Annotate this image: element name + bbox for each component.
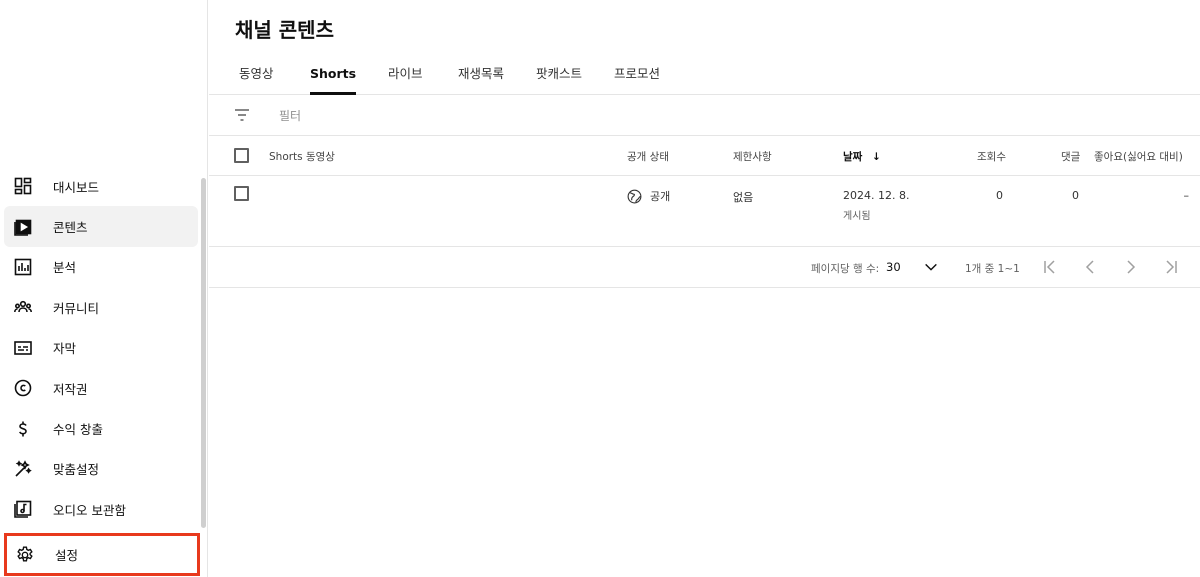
page-range: 1개 중 1~1	[965, 263, 1020, 275]
sidebar-item-dashboard[interactable]: 대시보드	[0, 166, 198, 206]
last-page-button[interactable]	[1162, 258, 1180, 276]
sidebar-item-label: 자막	[53, 341, 77, 357]
sidebar-item-monetization[interactable]: 수익 창출	[0, 408, 198, 448]
previous-page-button[interactable]	[1081, 258, 1099, 276]
arrow-down-icon: ↓	[871, 151, 881, 163]
magic-wand-icon	[14, 460, 32, 478]
analytics-icon	[14, 258, 32, 276]
chevron-down-icon[interactable]	[923, 259, 939, 275]
sidebar-item-content[interactable]: 콘텐츠	[4, 206, 198, 247]
tab-podcasts[interactable]: 팟캐스트	[536, 56, 582, 95]
rows-per-page-label: 페이지당 행 수:	[811, 263, 880, 275]
col-header-visibility: 공개 상태	[627, 151, 669, 163]
col-header-views: 조회수	[977, 151, 1006, 163]
tab-live[interactable]: 라이브	[388, 56, 423, 95]
filter-bar: 필터	[209, 95, 1200, 136]
sidebar-nav: 대시보드 콘텐츠 분석 커뮤니티 자막 저작권 수익 창출 맞춤설정 오디오 보…	[0, 166, 198, 530]
copyright-icon	[14, 379, 32, 397]
col-header-likes: 좋아요(싫어요 대비)	[1094, 151, 1183, 163]
tab-videos[interactable]: 동영상	[239, 56, 274, 95]
pagination-bar: 페이지당 행 수: 30 1개 중 1~1	[209, 247, 1200, 288]
views-cell: 0	[996, 189, 1003, 202]
sidebar-scrollbar[interactable]	[201, 178, 206, 528]
table-row[interactable]: 공개 없음 2024. 12. 8. 게시됨 0 0 –	[209, 176, 1200, 247]
first-page-button[interactable]	[1041, 258, 1059, 276]
last-page-icon	[1166, 260, 1177, 274]
content-icon	[14, 218, 32, 236]
sidebar-item-label: 오디오 보관함	[53, 502, 126, 518]
filter-icon[interactable]	[233, 106, 251, 124]
visibility-cell[interactable]: 공개	[627, 188, 670, 204]
dollar-icon	[14, 420, 32, 438]
tab-playlists[interactable]: 재생목록	[458, 56, 504, 95]
sidebar-item-label: 콘텐츠	[53, 220, 88, 236]
globe-icon	[627, 189, 642, 203]
sidebar-item-analytics[interactable]: 분석	[0, 247, 198, 287]
first-page-icon	[1044, 260, 1055, 274]
dashboard-icon	[14, 177, 32, 195]
filter-input[interactable]: 필터	[279, 107, 301, 124]
sidebar-item-label: 저작권	[53, 381, 88, 397]
rows-per-page-select[interactable]: 30	[886, 260, 901, 274]
comments-cell: 0	[1072, 189, 1079, 202]
sidebar-item-community[interactable]: 커뮤니티	[0, 287, 198, 327]
sidebar-item-label: 수익 창출	[53, 422, 103, 438]
community-icon	[14, 298, 32, 316]
page-title: 채널 콘텐츠	[235, 18, 334, 42]
col-header-video: Shorts 동영상	[269, 151, 335, 163]
select-all-checkbox[interactable]	[234, 148, 249, 163]
chevron-left-icon	[1085, 260, 1094, 274]
sidebar-item-copyright[interactable]: 저작권	[0, 368, 198, 408]
sidebar-item-audio-library[interactable]: 오디오 보관함	[0, 489, 198, 529]
sidebar: 대시보드 콘텐츠 분석 커뮤니티 자막 저작권 수익 창출 맞춤설정 오디오 보…	[0, 0, 208, 577]
sidebar-item-subtitles[interactable]: 자막	[0, 328, 198, 368]
col-header-restrictions: 제한사항	[733, 151, 772, 163]
chevron-right-icon	[1127, 260, 1136, 274]
sidebar-item-settings[interactable]: 설정	[4, 533, 200, 576]
tab-promotions[interactable]: 프로모션	[614, 56, 660, 95]
row-checkbox[interactable]	[234, 186, 249, 201]
main-content: 채널 콘텐츠 동영상 Shorts 라이브 재생목록 팟캐스트 프로모션 필터 …	[209, 0, 1200, 577]
date-status: 게시됨	[843, 211, 871, 222]
sidebar-item-label: 대시보드	[53, 179, 100, 195]
sidebar-item-label: 분석	[53, 260, 77, 276]
date-cell: 2024. 12. 8.	[843, 189, 910, 202]
visibility-label: 공개	[650, 190, 671, 203]
audio-library-icon	[14, 500, 32, 519]
sidebar-item-label: 맞춤설정	[53, 462, 100, 478]
col-header-comments: 댓글	[1061, 151, 1081, 163]
tab-shorts[interactable]: Shorts	[310, 56, 357, 95]
sidebar-item-customization[interactable]: 맞춤설정	[0, 449, 198, 489]
likes-cell: –	[1183, 189, 1190, 202]
subtitles-icon	[14, 339, 32, 357]
tab-bar: 동영상 Shorts 라이브 재생목록 팟캐스트 프로모션	[209, 56, 1200, 95]
col-header-date-label: 날짜	[843, 151, 863, 163]
gear-icon	[16, 546, 34, 564]
restrictions-cell: 없음	[733, 191, 754, 204]
col-header-date[interactable]: 날짜 ↓	[843, 149, 881, 164]
next-page-button[interactable]	[1122, 258, 1140, 276]
sidebar-item-label: 커뮤니티	[53, 300, 100, 316]
table-header: Shorts 동영상 공개 상태 제한사항 날짜 ↓ 조회수 댓글 좋아요(싫어…	[209, 136, 1200, 176]
sidebar-item-label: 설정	[55, 548, 79, 563]
